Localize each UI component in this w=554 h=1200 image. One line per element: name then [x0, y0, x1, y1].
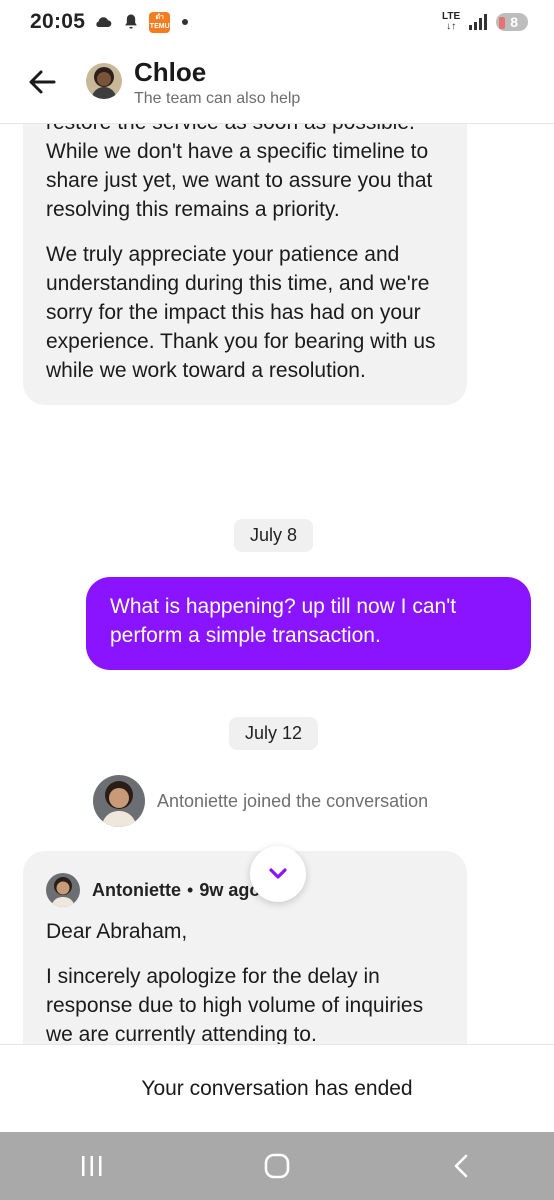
arrow-left-icon[interactable]: [24, 64, 60, 100]
notification-dot-icon: [182, 19, 189, 25]
avatar: [86, 63, 122, 99]
conversation-ended-bar: Your conversation has ended: [0, 1044, 554, 1132]
avatar: [93, 775, 145, 827]
network-type: LTE ↓↑: [442, 12, 460, 32]
chat-header: Chloe The team can also help: [0, 44, 554, 124]
date-separator: July 8: [234, 519, 314, 552]
avatar-image: [86, 63, 122, 99]
status-bar: 20:05 ดำ TEMU LTE ↓↑ 8: [0, 0, 554, 44]
battery-indicator: 8: [496, 13, 528, 31]
message-paragraph: We truly appreciate your patience and un…: [46, 243, 436, 382]
incoming-message: restore the service as soon as possible.…: [23, 124, 467, 405]
bell-icon: [125, 14, 138, 29]
message-paragraph: restore the service as soon as possible.…: [46, 124, 433, 221]
join-notice-text: Antoniette joined the conversation: [157, 790, 429, 811]
home-icon: [264, 1153, 290, 1179]
join-notice: Antoniette joined the conversation: [93, 775, 428, 827]
network-arrows: ↓↑: [446, 21, 457, 32]
message-author: Antoniette: [92, 879, 181, 900]
status-left: 20:05 ดำ TEMU: [30, 10, 189, 34]
back-button[interactable]: [432, 1141, 492, 1191]
outgoing-message: What is happening? up till now I can't p…: [86, 577, 531, 670]
chat-area[interactable]: restore the service as soon as possible.…: [0, 124, 554, 1044]
temu-app-icon: ดำ TEMU: [149, 11, 171, 33]
separator-dot: •: [187, 879, 194, 900]
recent-apps-icon: [82, 1156, 102, 1176]
date-separator: July 12: [229, 717, 319, 750]
home-button[interactable]: [247, 1141, 307, 1191]
message-paragraph: I sincerely apologize for the delay in r…: [46, 965, 424, 1044]
avatar: [46, 873, 80, 907]
back-chevron-icon: [454, 1154, 467, 1178]
status-time: 20:05: [30, 10, 86, 33]
avatar-image: [46, 873, 80, 907]
cloud-icon: [96, 17, 112, 27]
avatar-image: [93, 775, 145, 827]
scroll-to-bottom-button[interactable]: [250, 846, 306, 902]
system-nav-bar: [0, 1132, 554, 1200]
chevron-down-icon: [269, 868, 287, 879]
contact-subtitle: The team can also help: [134, 90, 301, 107]
incoming-message: Antoniette • 9w ago Dear Abraham, I sinc…: [23, 851, 467, 1044]
contact-name: Chloe: [134, 57, 207, 87]
message-paragraph: Dear Abraham,: [46, 920, 188, 943]
temu-badge-bottom: TEMU: [149, 23, 170, 30]
message-author-row: Antoniette • 9w ago: [46, 873, 445, 907]
status-right: LTE ↓↑ 8: [442, 12, 528, 32]
signal-icon: [469, 14, 488, 30]
temu-badge-top: ดำ: [155, 14, 164, 21]
recent-apps-button[interactable]: [62, 1141, 122, 1191]
conversation-ended-text: Your conversation has ended: [141, 1076, 413, 1100]
